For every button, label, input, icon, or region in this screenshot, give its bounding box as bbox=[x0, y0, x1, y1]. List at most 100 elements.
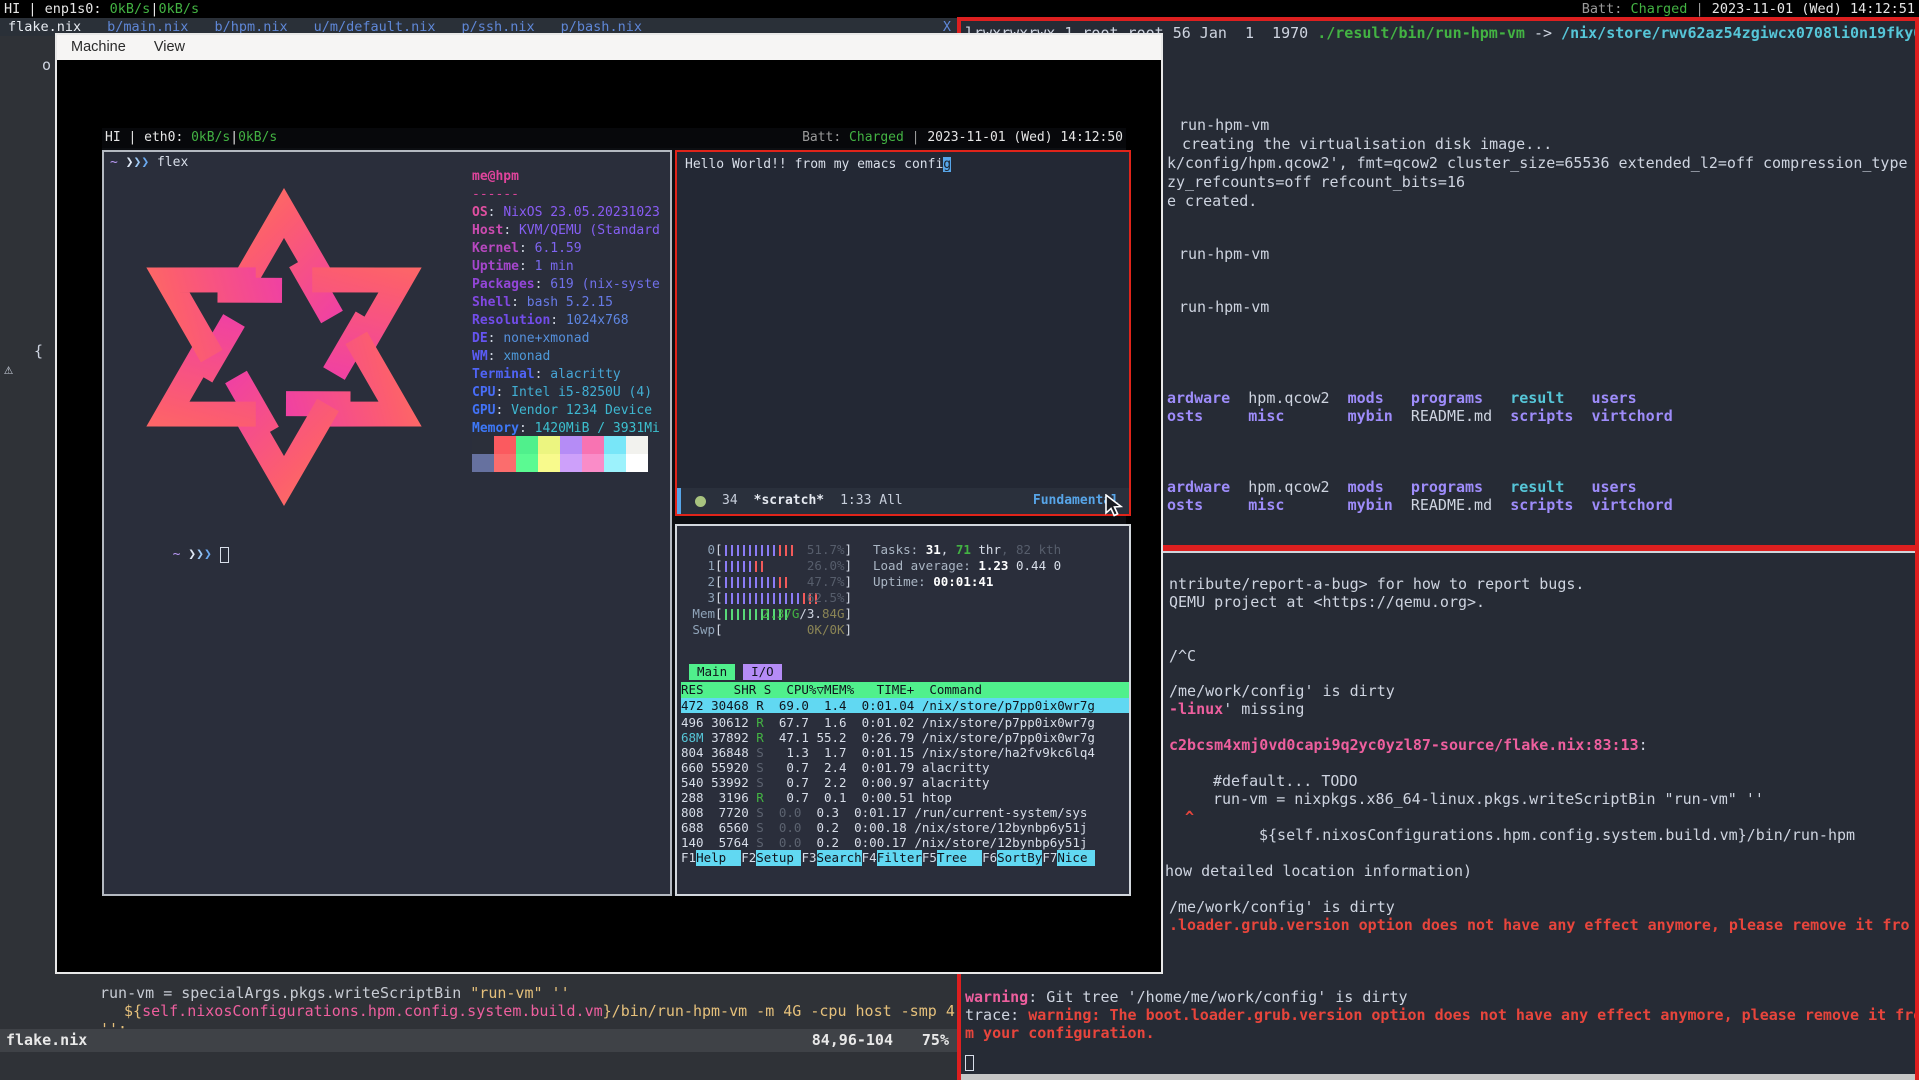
modeline-buffer-name: *scratch* bbox=[754, 488, 824, 514]
host-network-status: HI | enp1s0: 0kB/s|0kB/s bbox=[4, 0, 199, 18]
htop-table-header[interactable]: RES SHR S CPU%▽MEM% TIME+ Command bbox=[681, 682, 1129, 698]
htop-process-row[interactable]: 688 6560 S 0.0 0.2 0:00.18 /nix/store/12… bbox=[681, 820, 1087, 835]
terminal-line: -linux' missing bbox=[1169, 700, 1304, 718]
htop-meter-2: 2[47.7%] bbox=[687, 574, 852, 590]
htop-fkey-F3[interactable]: F3 bbox=[801, 850, 816, 866]
terminal-line: ${self.nixosConfigurations.hpm.config.sy… bbox=[124, 1002, 955, 1020]
bottom-edge-strip bbox=[961, 1074, 1915, 1080]
qemu-vm-window[interactable]: Machine View HI | eth0: 0kB/s|0kB/s Batt:… bbox=[55, 33, 1163, 974]
terminal-line: e created. bbox=[1167, 192, 1257, 210]
htop-fkey-label-F6[interactable]: SortBy bbox=[997, 850, 1042, 866]
guest-terminal-pane[interactable]: ~ ❯❯❯ flex bbox=[102, 150, 672, 896]
modeline-accent-bar bbox=[677, 488, 681, 514]
htop-process-row[interactable]: 68M 37892 R 47.1 55.2 0:26.79 /nix/store… bbox=[681, 730, 1095, 745]
qemu-menu-machine[interactable]: Machine bbox=[71, 35, 126, 60]
emacs-buffer-text: Hello World!! from my emacs config bbox=[685, 156, 951, 174]
palette-swatch bbox=[560, 436, 582, 454]
host-battery-clock: Batt: Charged | 2023-11-01 (Wed) 14:12:5… bbox=[1582, 0, 1915, 18]
htop-fkey-label-F3[interactable]: Search bbox=[817, 850, 862, 866]
htop-process-row[interactable]: 288 3196 R 0.7 0.1 0:00.51 htop bbox=[681, 790, 952, 805]
htop-fkey-F2[interactable]: F2 bbox=[741, 850, 756, 866]
terminal-line: run-vm = nixpkgs.x86_64-linux.pkgs.write… bbox=[1213, 790, 1764, 808]
neofetch-kernel: Kernel: 6.1.59 bbox=[472, 240, 660, 258]
mouse-cursor-icon bbox=[1104, 494, 1126, 518]
htop-fkey-F1[interactable]: F1 bbox=[681, 850, 696, 866]
htop-process-row[interactable]: 496 30612 R 67.7 1.6 0:01.02 /nix/store/… bbox=[681, 715, 1095, 730]
palette-swatch bbox=[582, 436, 604, 454]
palette-swatch bbox=[494, 454, 516, 472]
htop-fkey-label-F7[interactable]: Nice bbox=[1057, 850, 1087, 866]
palette-swatch bbox=[494, 436, 516, 454]
htop-process-row[interactable]: 140 5764 S 0.0 0.2 0:00.17 /nix/store/12… bbox=[681, 835, 1087, 850]
editor-cursor-position: 84,96-104 bbox=[812, 1029, 893, 1052]
htop-cursor-block bbox=[1087, 850, 1095, 866]
neofetch-host: Host: KVM/QEMU (Standard bbox=[472, 222, 660, 240]
terminal-line: /me/work/config' is dirty bbox=[1169, 682, 1395, 700]
neofetch-terminal: Terminal: alacritty bbox=[472, 366, 660, 384]
palette-swatch bbox=[538, 454, 560, 472]
palette-swatch bbox=[472, 454, 494, 472]
htop-process-row[interactable]: 804 36848 S 1.3 1.7 0:01.15 /nix/store/h… bbox=[681, 745, 1095, 760]
neofetch-os: OS: NixOS 23.05.20231023 bbox=[472, 204, 660, 222]
terminal-line: #default... TODO bbox=[1213, 772, 1358, 790]
host-status-bar: HI | enp1s0: 0kB/s|0kB/s Batt: Charged |… bbox=[0, 0, 1919, 18]
htop-fkey-label-F5[interactable]: Tree bbox=[937, 850, 982, 866]
terminal-line: ^ bbox=[1185, 808, 1194, 826]
htop-process-row[interactable]: 808 7720 S 0.0 0.3 0:01.17 /run/current-… bbox=[681, 805, 1087, 820]
terminal-line bbox=[965, 1053, 974, 1071]
neofetch-user: me@hpm bbox=[472, 168, 660, 186]
terminal-line: ardware hpm.qcow2 mods programs result u… bbox=[1167, 478, 1637, 496]
htop-fkey-label-F2[interactable]: Setup bbox=[756, 850, 801, 866]
htop-meter-swp: Swp[0K/0K] bbox=[687, 622, 852, 638]
guest-battery-clock: Batt: Charged | 2023-11-01 (Wed) 14:12:5… bbox=[802, 128, 1123, 148]
htop-fkey-F6[interactable]: F6 bbox=[982, 850, 997, 866]
modeline-number: 34 bbox=[722, 488, 738, 514]
htop-process-row[interactable]: 540 53992 S 0.7 2.2 0:00.97 alacritty bbox=[681, 775, 990, 790]
guest-screen[interactable]: HI | eth0: 0kB/s|0kB/s Batt: Charged | 2… bbox=[102, 128, 1126, 896]
htop-fkey-F5[interactable]: F5 bbox=[922, 850, 937, 866]
terminal-color-palette bbox=[472, 436, 648, 472]
qemu-menubar: Machine View bbox=[57, 35, 1161, 60]
terminal-line: ardware hpm.qcow2 mods programs result u… bbox=[1167, 389, 1637, 407]
editor-scroll-percent: 75% bbox=[922, 1029, 949, 1052]
editor-fragment: o bbox=[42, 56, 51, 74]
neofetch-resolution: Resolution: 1024x768 bbox=[472, 312, 660, 330]
palette-swatch bbox=[604, 436, 626, 454]
emacs-pane[interactable]: Hello World!! from my emacs config 34 *s… bbox=[675, 150, 1131, 516]
htop-fkey-label-F1[interactable]: Help bbox=[696, 850, 741, 866]
htop-tab-io[interactable]: I/O bbox=[743, 664, 782, 680]
htop-function-key-bar: F1Help F2Setup F3SearchF4FilterF5Tree F6… bbox=[681, 850, 1095, 866]
htop-fkey-F7[interactable]: F7 bbox=[1042, 850, 1057, 866]
palette-swatch bbox=[516, 454, 538, 472]
shell-prompt-empty: ~ ❯❯❯ bbox=[110, 528, 229, 582]
neofetch-wm: WM: xmonad bbox=[472, 348, 660, 366]
neofetch-packages: Packages: 619 (nix-syste bbox=[472, 276, 660, 294]
terminal-line: trace: warning: The boot.loader.grub.ver… bbox=[965, 1006, 1915, 1024]
htop-selected-row[interactable]: 472 30468 R 69.0 1.4 0:01.04 /nix/store/… bbox=[681, 698, 1129, 713]
terminal-line: run-vm = specialArgs.pkgs.writeScriptBin… bbox=[100, 984, 570, 1002]
shell-prompt: ~ ❯❯❯ flex bbox=[110, 154, 188, 172]
guest-network-status: HI | eth0: 0kB/s|0kB/s bbox=[105, 128, 277, 148]
htop-screen-tabs: Main I/O bbox=[689, 664, 782, 680]
palette-swatch bbox=[516, 436, 538, 454]
htop-meter-3: 3[62.5%] bbox=[687, 590, 852, 606]
htop-process-row[interactable]: 660 55920 S 0.7 2.4 0:01.79 alacritty bbox=[681, 760, 990, 775]
palette-swatch bbox=[560, 454, 582, 472]
terminal-line: /^C bbox=[1169, 647, 1196, 665]
terminal-line: osts misc mybin README.md scripts virtch… bbox=[1167, 407, 1673, 425]
terminal-line: /me/work/config' is dirty bbox=[1169, 898, 1395, 916]
terminal-line: QEMU project at <https://qemu.org>. bbox=[1169, 593, 1485, 611]
htop-pane[interactable]: 0[51.7%]1[26.0%]2[47.7%]3[62.5%]Mem[2.37… bbox=[675, 524, 1131, 896]
qemu-menu-view[interactable]: View bbox=[154, 35, 185, 60]
terminal-line: m your configuration. bbox=[965, 1024, 1155, 1042]
htop-tab-main[interactable]: Main bbox=[689, 664, 735, 680]
nixos-logo bbox=[104, 182, 464, 512]
htop-fkey-label-F4[interactable]: Filter bbox=[877, 850, 922, 866]
terminal-line: osts misc mybin README.md scripts virtch… bbox=[1167, 496, 1673, 514]
neofetch-shell: Shell: bash 5.2.15 bbox=[472, 294, 660, 312]
terminal-line: .loader.grub.version option does not hav… bbox=[1169, 916, 1910, 934]
terminal-line: c2bcsm4xmj0vd0capi9q2yc0yzl87-source/fla… bbox=[1169, 736, 1648, 754]
palette-swatch bbox=[626, 454, 648, 472]
htop-fkey-F4[interactable]: F4 bbox=[862, 850, 877, 866]
palette-swatch bbox=[626, 436, 648, 454]
